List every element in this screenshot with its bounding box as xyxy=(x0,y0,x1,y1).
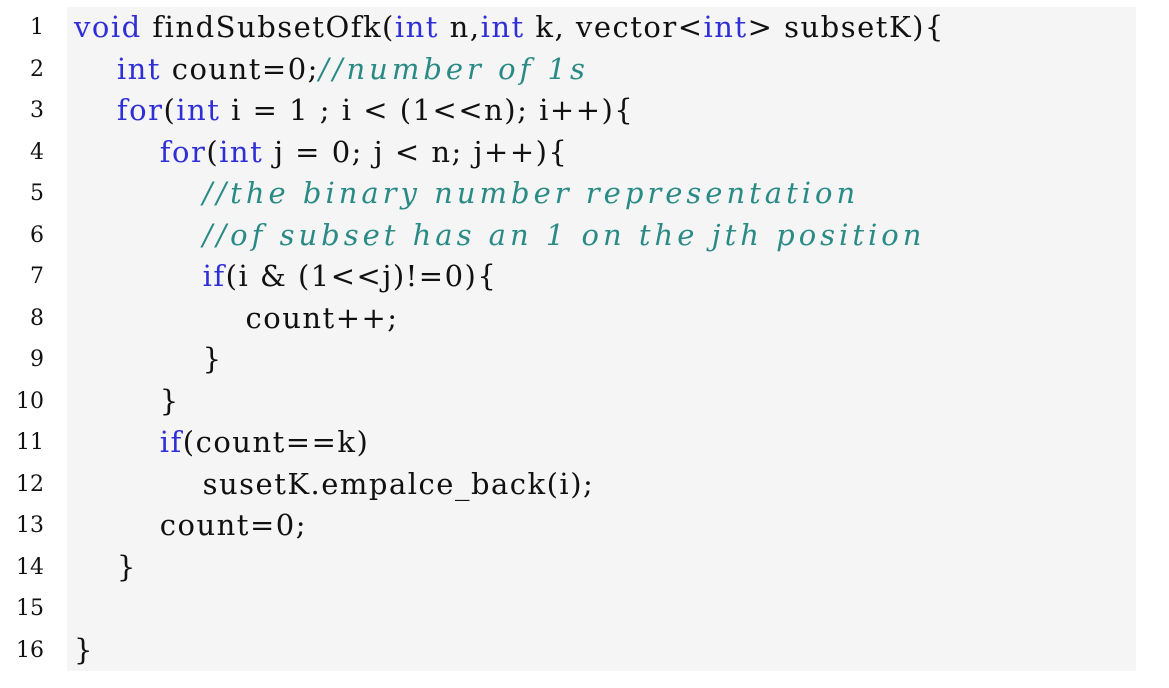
code-token: ( xyxy=(163,93,177,127)
line-code: susetK.empalce_back(i); xyxy=(74,464,594,506)
comment-token: //of subset has an 1 on the jth position xyxy=(202,217,926,252)
keyword-token: int xyxy=(116,51,161,86)
line-number: 16 xyxy=(16,637,44,663)
line-number: 11 xyxy=(16,430,44,455)
code-token: j = 0; j < n; j++){ xyxy=(263,134,569,169)
line-number: 12 xyxy=(16,471,44,497)
code-line: 6 //of subset has an 1 on the jth positi… xyxy=(0,215,1169,257)
code-line: 13 count=0; xyxy=(0,505,1169,547)
code-token: findSubsetOfk( xyxy=(141,10,395,44)
code-token: } xyxy=(74,632,94,667)
keyword-token: int xyxy=(219,134,264,169)
code-token: } xyxy=(74,549,137,584)
code-line: 5 //the binary number representation xyxy=(0,173,1169,215)
code-token: i = 1 ; i < (1<<n); i++){ xyxy=(220,93,635,127)
line-code: //the binary number representation xyxy=(74,173,859,215)
code-token: > subsetK){ xyxy=(747,10,945,44)
line-number: 4 xyxy=(30,139,44,165)
line-number: 14 xyxy=(16,554,44,580)
code-token: count++; xyxy=(74,300,399,335)
line-number: 10 xyxy=(16,388,44,414)
keyword-token: for xyxy=(159,134,207,169)
code-token: ( xyxy=(206,134,220,169)
code-token: susetK.empalce_back(i); xyxy=(74,466,595,501)
keyword-token: for xyxy=(116,93,164,127)
code-line: 12 susetK.empalce_back(i); xyxy=(0,464,1169,506)
line-code: } xyxy=(74,547,137,589)
line-code: if(count==k) xyxy=(74,422,369,464)
line-code: for(int j = 0; j < n; j++){ xyxy=(74,132,568,174)
keyword-token: void xyxy=(74,10,142,44)
line-number: 9 xyxy=(30,347,44,372)
line-code: } xyxy=(74,381,180,423)
keyword-token: if xyxy=(159,425,183,459)
line-number: 15 xyxy=(16,596,44,621)
line-number: 6 xyxy=(30,222,44,248)
code-line: 11 if(count==k) xyxy=(0,422,1169,464)
keyword-token: int xyxy=(480,10,525,44)
line-number: 1 xyxy=(30,15,44,40)
comment-token: //the binary number representation xyxy=(202,176,860,210)
code-line: 7 if(i & (1<<j)!=0){ xyxy=(0,256,1169,298)
line-number: 3 xyxy=(30,98,44,123)
keyword-token: int xyxy=(176,93,221,127)
line-number: 2 xyxy=(30,56,44,82)
comment-token: //number of 1s xyxy=(318,51,589,86)
code-token: n, xyxy=(438,10,481,44)
line-code: if(i & (1<<j)!=0){ xyxy=(74,256,497,298)
line-code: } xyxy=(74,630,94,672)
code-token: (i & (1<<j)!=0){ xyxy=(225,259,498,293)
line-code: count=0; xyxy=(74,505,307,547)
keyword-token: int xyxy=(703,10,748,44)
line-code: //of subset has an 1 on the jth position xyxy=(74,215,925,257)
keyword-token: if xyxy=(202,259,226,293)
code-line: 10 } xyxy=(0,381,1169,423)
code-token: count=0; xyxy=(74,508,307,542)
code-token: } xyxy=(74,383,180,418)
code-line: 9 } xyxy=(0,339,1169,381)
code-line: 3 for(int i = 1 ; i < (1<<n); i++){ xyxy=(0,90,1169,132)
code-line: 14 } xyxy=(0,547,1169,589)
code-line: 15 xyxy=(0,588,1169,630)
code-line: 1 void findSubsetOfk(int n,int k, vector<… xyxy=(0,7,1169,49)
line-number: 13 xyxy=(16,513,44,538)
line-code: count++; xyxy=(74,298,399,340)
code-token: count=0; xyxy=(160,51,319,86)
code-token: (count==k) xyxy=(182,425,370,459)
keyword-token: int xyxy=(394,10,439,44)
line-code: for(int i = 1 ; i < (1<<n); i++){ xyxy=(74,90,634,132)
code-listing: 1 void findSubsetOfk(int n,int k, vector<… xyxy=(0,7,1169,671)
line-number: 5 xyxy=(30,181,44,206)
line-code: } xyxy=(74,339,223,381)
code-line: 8 count++; xyxy=(0,298,1169,340)
line-number: 7 xyxy=(30,264,44,289)
line-code: void findSubsetOfk(int n,int k, vector<i… xyxy=(74,7,945,49)
code-token: k, vector< xyxy=(524,10,704,44)
code-line: 4 for(int j = 0; j < n; j++){ xyxy=(0,132,1169,174)
line-code: int count=0;//number of 1s xyxy=(74,49,589,91)
code-token: } xyxy=(74,342,223,376)
line-number: 8 xyxy=(30,305,44,331)
code-line: 2 int count=0;//number of 1s xyxy=(0,49,1169,91)
code-line: 16} xyxy=(0,630,1169,672)
